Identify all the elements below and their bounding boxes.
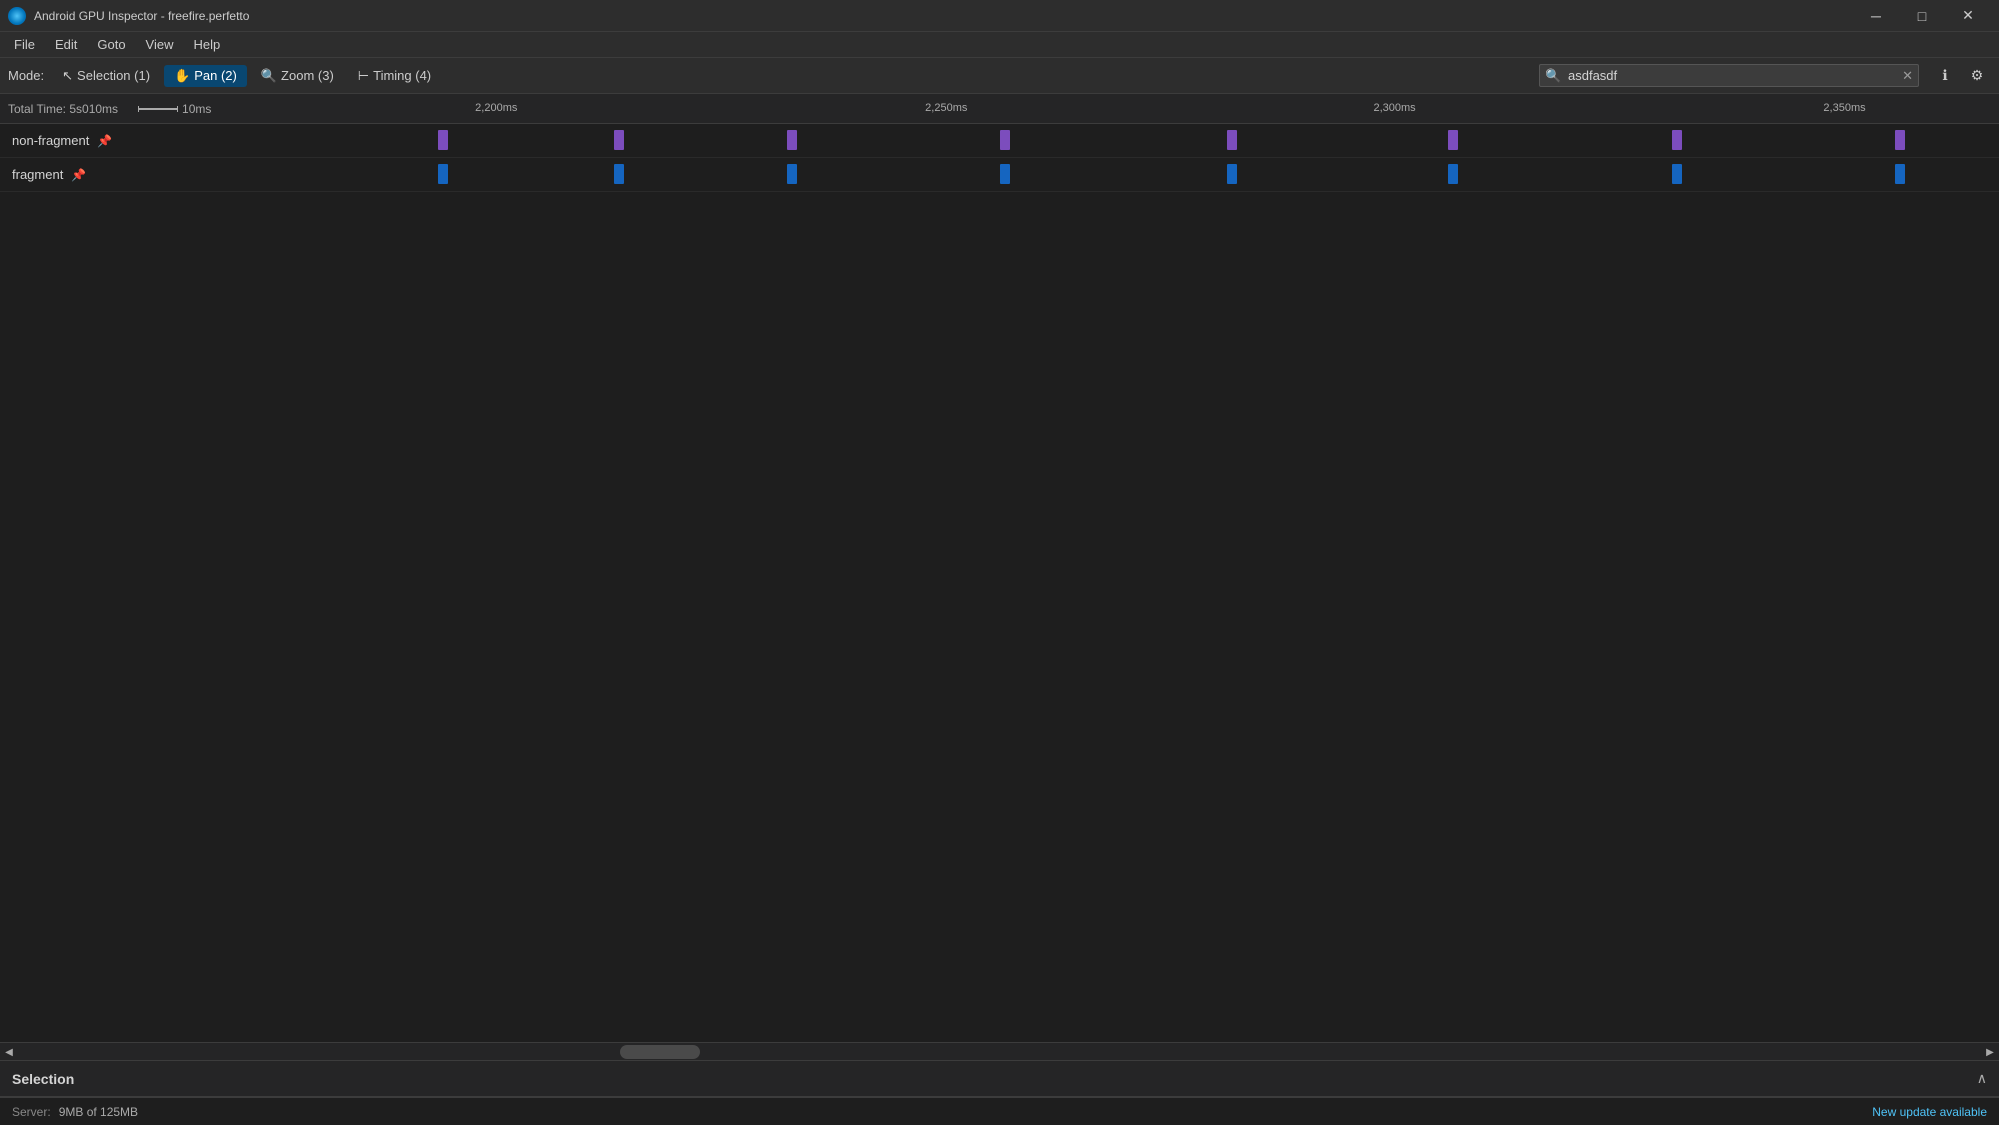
scale-label: 10ms xyxy=(182,102,211,116)
close-button[interactable]: ✕ xyxy=(1945,0,1991,32)
zoom-icon: 🔍 xyxy=(261,68,277,84)
track-canvas-nonfragment[interactable] xyxy=(320,124,1999,157)
block-fr-8 xyxy=(1895,164,1905,184)
block-nf-5 xyxy=(1227,130,1237,150)
scrollbar-thumb[interactable] xyxy=(620,1045,700,1059)
track-label-fragment: fragment 📌 xyxy=(0,167,320,182)
title-bar-left: Android GPU Inspector - freefire.perfett… xyxy=(8,7,249,25)
timeline-container: Total Time: 5s010ms 10ms 2,200ms 2,250ms… xyxy=(0,94,1999,1060)
minimize-button[interactable]: ─ xyxy=(1853,0,1899,32)
scale-line xyxy=(138,108,178,110)
menu-edit[interactable]: Edit xyxy=(45,34,87,55)
track-name-fragment: fragment xyxy=(12,167,63,182)
bottom-panel-title: Selection xyxy=(12,1071,74,1087)
block-fr-2 xyxy=(614,164,624,184)
mode-pan-button[interactable]: ✋ Pan (2) xyxy=(164,65,247,87)
track-row-fragment: fragment 📌 xyxy=(0,158,1999,192)
info-button[interactable]: ℹ xyxy=(1931,62,1959,90)
status-left: Server: 9MB of 125MB xyxy=(12,1105,138,1119)
scrollbar-track[interactable]: ◀ ▶ xyxy=(0,1043,1999,1060)
pan-label: Pan (2) xyxy=(194,68,237,83)
time-ruler-info: Total Time: 5s010ms 10ms xyxy=(0,102,320,116)
title-bar-controls: ─ □ ✕ xyxy=(1853,0,1991,32)
tick-2200: 2,200ms xyxy=(475,102,517,114)
menu-view[interactable]: View xyxy=(136,34,184,55)
block-nf-8 xyxy=(1895,130,1905,150)
block-fr-6 xyxy=(1448,164,1458,184)
search-clear-icon[interactable]: ✕ xyxy=(1902,68,1913,84)
timing-label: Timing (4) xyxy=(373,68,431,83)
pan-icon: ✋ xyxy=(174,68,190,84)
block-fr-1 xyxy=(438,164,448,184)
scroll-left-arrow[interactable]: ◀ xyxy=(0,1043,18,1060)
menu-file[interactable]: File xyxy=(4,34,45,55)
block-fr-5 xyxy=(1227,164,1237,184)
block-nf-7 xyxy=(1672,130,1682,150)
collapse-icon[interactable]: ∧ xyxy=(1977,1070,1987,1087)
search-icon: 🔍 xyxy=(1545,68,1561,84)
server-value: 9MB of 125MB xyxy=(59,1105,138,1119)
mode-bar: Mode: ↖ Selection (1) ✋ Pan (2) 🔍 Zoom (… xyxy=(0,58,1999,94)
block-nf-2 xyxy=(614,130,624,150)
app-icon xyxy=(8,7,26,25)
header-icons: ℹ ⚙ xyxy=(1931,62,1991,90)
block-nf-3 xyxy=(787,130,797,150)
track-name-nonfragment: non-fragment xyxy=(12,133,89,148)
menu-help[interactable]: Help xyxy=(184,34,231,55)
tick-2300: 2,300ms xyxy=(1373,102,1415,114)
block-nf-1 xyxy=(438,130,448,150)
title-bar: Android GPU Inspector - freefire.perfett… xyxy=(0,0,1999,32)
selection-icon: ↖ xyxy=(62,68,73,84)
mode-zoom-button[interactable]: 🔍 Zoom (3) xyxy=(251,65,344,87)
block-fr-7 xyxy=(1672,164,1682,184)
scale-bar: 10ms xyxy=(138,102,211,116)
track-label-nonfragment: non-fragment 📌 xyxy=(0,133,320,148)
zoom-label: Zoom (3) xyxy=(281,68,334,83)
block-fr-3 xyxy=(787,164,797,184)
scroll-right-arrow[interactable]: ▶ xyxy=(1981,1043,1999,1060)
total-time: Total Time: 5s010ms xyxy=(8,102,118,116)
mode-label: Mode: xyxy=(8,68,44,83)
track-row-nonfragment: non-fragment 📌 xyxy=(0,124,1999,158)
search-input[interactable] xyxy=(1539,64,1919,87)
scroll-bar-area: ◀ ▶ xyxy=(0,1042,1999,1060)
menu-bar: File Edit Goto View Help xyxy=(0,32,1999,58)
maximize-button[interactable]: □ xyxy=(1899,0,1945,32)
block-fr-4 xyxy=(1000,164,1010,184)
update-link[interactable]: New update available xyxy=(1872,1105,1987,1119)
window-title: Android GPU Inspector - freefire.perfett… xyxy=(34,9,249,23)
mode-timing-button[interactable]: ⊢ Timing (4) xyxy=(348,65,441,87)
time-ruler: Total Time: 5s010ms 10ms 2,200ms 2,250ms… xyxy=(0,94,1999,124)
tracks-area: non-fragment 📌 fragment 📌 xyxy=(0,124,1999,1042)
selection-label: Selection (1) xyxy=(77,68,150,83)
bottom-panel-header: Selection ∧ xyxy=(0,1061,1999,1097)
block-nf-4 xyxy=(1000,130,1010,150)
tick-2350: 2,350ms xyxy=(1823,102,1865,114)
status-bar: Server: 9MB of 125MB New update availabl… xyxy=(0,1097,1999,1125)
tick-2250: 2,250ms xyxy=(925,102,967,114)
menu-goto[interactable]: Goto xyxy=(87,34,135,55)
search-container: 🔍 ✕ xyxy=(1539,64,1919,87)
server-label: Server: xyxy=(12,1105,51,1119)
settings-button[interactable]: ⚙ xyxy=(1963,62,1991,90)
timing-icon: ⊢ xyxy=(358,68,369,84)
mode-selection-button[interactable]: ↖ Selection (1) xyxy=(52,65,160,87)
bottom-panel: Selection ∧ xyxy=(0,1060,1999,1097)
block-nf-6 xyxy=(1448,130,1458,150)
track-canvas-fragment[interactable] xyxy=(320,158,1999,191)
pin-icon-nonfragment[interactable]: 📌 xyxy=(97,134,112,148)
time-ruler-ticks: 2,200ms 2,250ms 2,300ms 2,350ms xyxy=(320,94,1999,124)
pin-icon-fragment[interactable]: 📌 xyxy=(71,168,86,182)
